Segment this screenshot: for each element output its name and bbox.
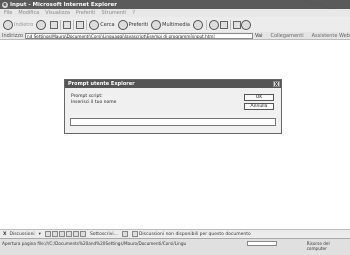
discussion-message: Discussioni non disponibili per questo d… bbox=[138, 231, 251, 237]
prompt-dialog: Prompt utente Explorer X Prompt script: … bbox=[64, 79, 282, 134]
mail-icon[interactable] bbox=[208, 19, 219, 30]
refresh-icon[interactable] bbox=[63, 20, 72, 29]
name-input[interactable] bbox=[70, 118, 276, 126]
separator bbox=[229, 19, 231, 30]
go-button[interactable]: Vai bbox=[255, 33, 263, 39]
discussion-button[interactable]: Discussioni bbox=[9, 232, 34, 237]
separator bbox=[205, 19, 207, 30]
zone-label: Risorse del computer bbox=[306, 241, 330, 251]
back-arrow-icon bbox=[3, 19, 13, 30]
links-button[interactable]: Collegamenti bbox=[270, 33, 303, 39]
title-bar: e Input - Microsoft Internet Explorer bbox=[0, 0, 350, 9]
progress-bar bbox=[247, 241, 277, 246]
discussion-icon[interactable] bbox=[51, 231, 58, 237]
stop-icon[interactable] bbox=[50, 20, 59, 29]
menu-bar: File Modifica Visualizza Preferiti Strum… bbox=[0, 9, 350, 17]
home-icon[interactable] bbox=[76, 20, 85, 29]
menu-favorites[interactable]: Preferiti bbox=[76, 10, 96, 16]
search-icon bbox=[89, 19, 100, 30]
subscribe-button[interactable]: Sottoscrivi... bbox=[90, 232, 118, 237]
menu-help[interactable]: ? bbox=[132, 10, 135, 16]
forward-button[interactable] bbox=[36, 19, 47, 30]
separator bbox=[73, 19, 75, 30]
messenger-icon[interactable] bbox=[240, 19, 251, 30]
edit-icon[interactable] bbox=[232, 20, 241, 29]
print-icon[interactable] bbox=[219, 20, 228, 29]
discussion-icon[interactable] bbox=[79, 231, 86, 237]
star-icon bbox=[117, 19, 128, 30]
menu-tools[interactable]: Strumenti bbox=[102, 10, 127, 16]
search-button[interactable]: Cerca bbox=[89, 19, 115, 30]
status-text: Apertura pagina file:///C:/Documents%20a… bbox=[2, 241, 187, 246]
ok-button[interactable]: OK bbox=[244, 94, 274, 101]
forward-arrow-icon bbox=[36, 19, 47, 30]
separator bbox=[86, 19, 88, 30]
address-bar: Indirizzo nd Settings\Mauro\Documenti\Co… bbox=[0, 32, 350, 40]
discussion-icon[interactable] bbox=[72, 231, 79, 237]
status-bar: Apertura pagina file:///C:/Documents%20a… bbox=[0, 238, 350, 255]
close-icon[interactable]: X bbox=[273, 81, 280, 88]
toolbar: Indietro Cerca Preferiti Multimedia bbox=[0, 17, 350, 32]
history-icon[interactable] bbox=[192, 19, 203, 30]
menu-file[interactable]: File bbox=[4, 10, 12, 16]
media-icon bbox=[151, 19, 162, 30]
prompt-message: Inserisci il tuo nome bbox=[71, 100, 117, 105]
menu-edit[interactable]: Modifica bbox=[18, 10, 39, 16]
dialog-title: Prompt utente Explorer bbox=[68, 81, 135, 87]
dialog-title-bar: Prompt utente Explorer X bbox=[65, 80, 281, 88]
window-title: Input - Microsoft Internet Explorer bbox=[10, 1, 117, 8]
discussion-status-icon bbox=[131, 231, 138, 237]
media-label: Multimedia bbox=[162, 21, 190, 28]
discussion-icon[interactable] bbox=[58, 231, 65, 237]
address-label: Indirizzo bbox=[2, 32, 23, 39]
menu-view[interactable]: Visualizza bbox=[45, 10, 70, 16]
dropdown-icon[interactable]: ▾ bbox=[39, 232, 41, 237]
assistant-button[interactable]: Assistente Web bbox=[312, 33, 350, 39]
search-label: Cerca bbox=[100, 21, 115, 28]
favorites-button[interactable]: Preferiti bbox=[117, 19, 149, 30]
close-discussion-icon[interactable]: X bbox=[3, 232, 6, 237]
media-button[interactable]: Multimedia bbox=[151, 19, 190, 30]
address-input[interactable]: nd Settings\Mauro\Documenti\Corsi\Lingua… bbox=[24, 32, 253, 39]
discussion-icon[interactable] bbox=[121, 231, 128, 237]
favorites-label: Preferiti bbox=[128, 21, 149, 28]
separator bbox=[60, 19, 62, 30]
prompt-label: Prompt script: bbox=[71, 94, 103, 99]
back-label: Indietro bbox=[14, 21, 34, 28]
browser-window: e Input - Microsoft Internet Explorer Fi… bbox=[0, 0, 350, 255]
back-button[interactable]: Indietro bbox=[3, 19, 34, 30]
ie-icon: e bbox=[2, 1, 8, 8]
discussion-icon[interactable] bbox=[44, 231, 51, 237]
cancel-button[interactable]: Annulla bbox=[244, 103, 274, 110]
discussion-icon[interactable] bbox=[65, 231, 72, 237]
discussion-bar: X Discussioni ▾ Sottoscrivi... Discussio… bbox=[0, 229, 350, 238]
